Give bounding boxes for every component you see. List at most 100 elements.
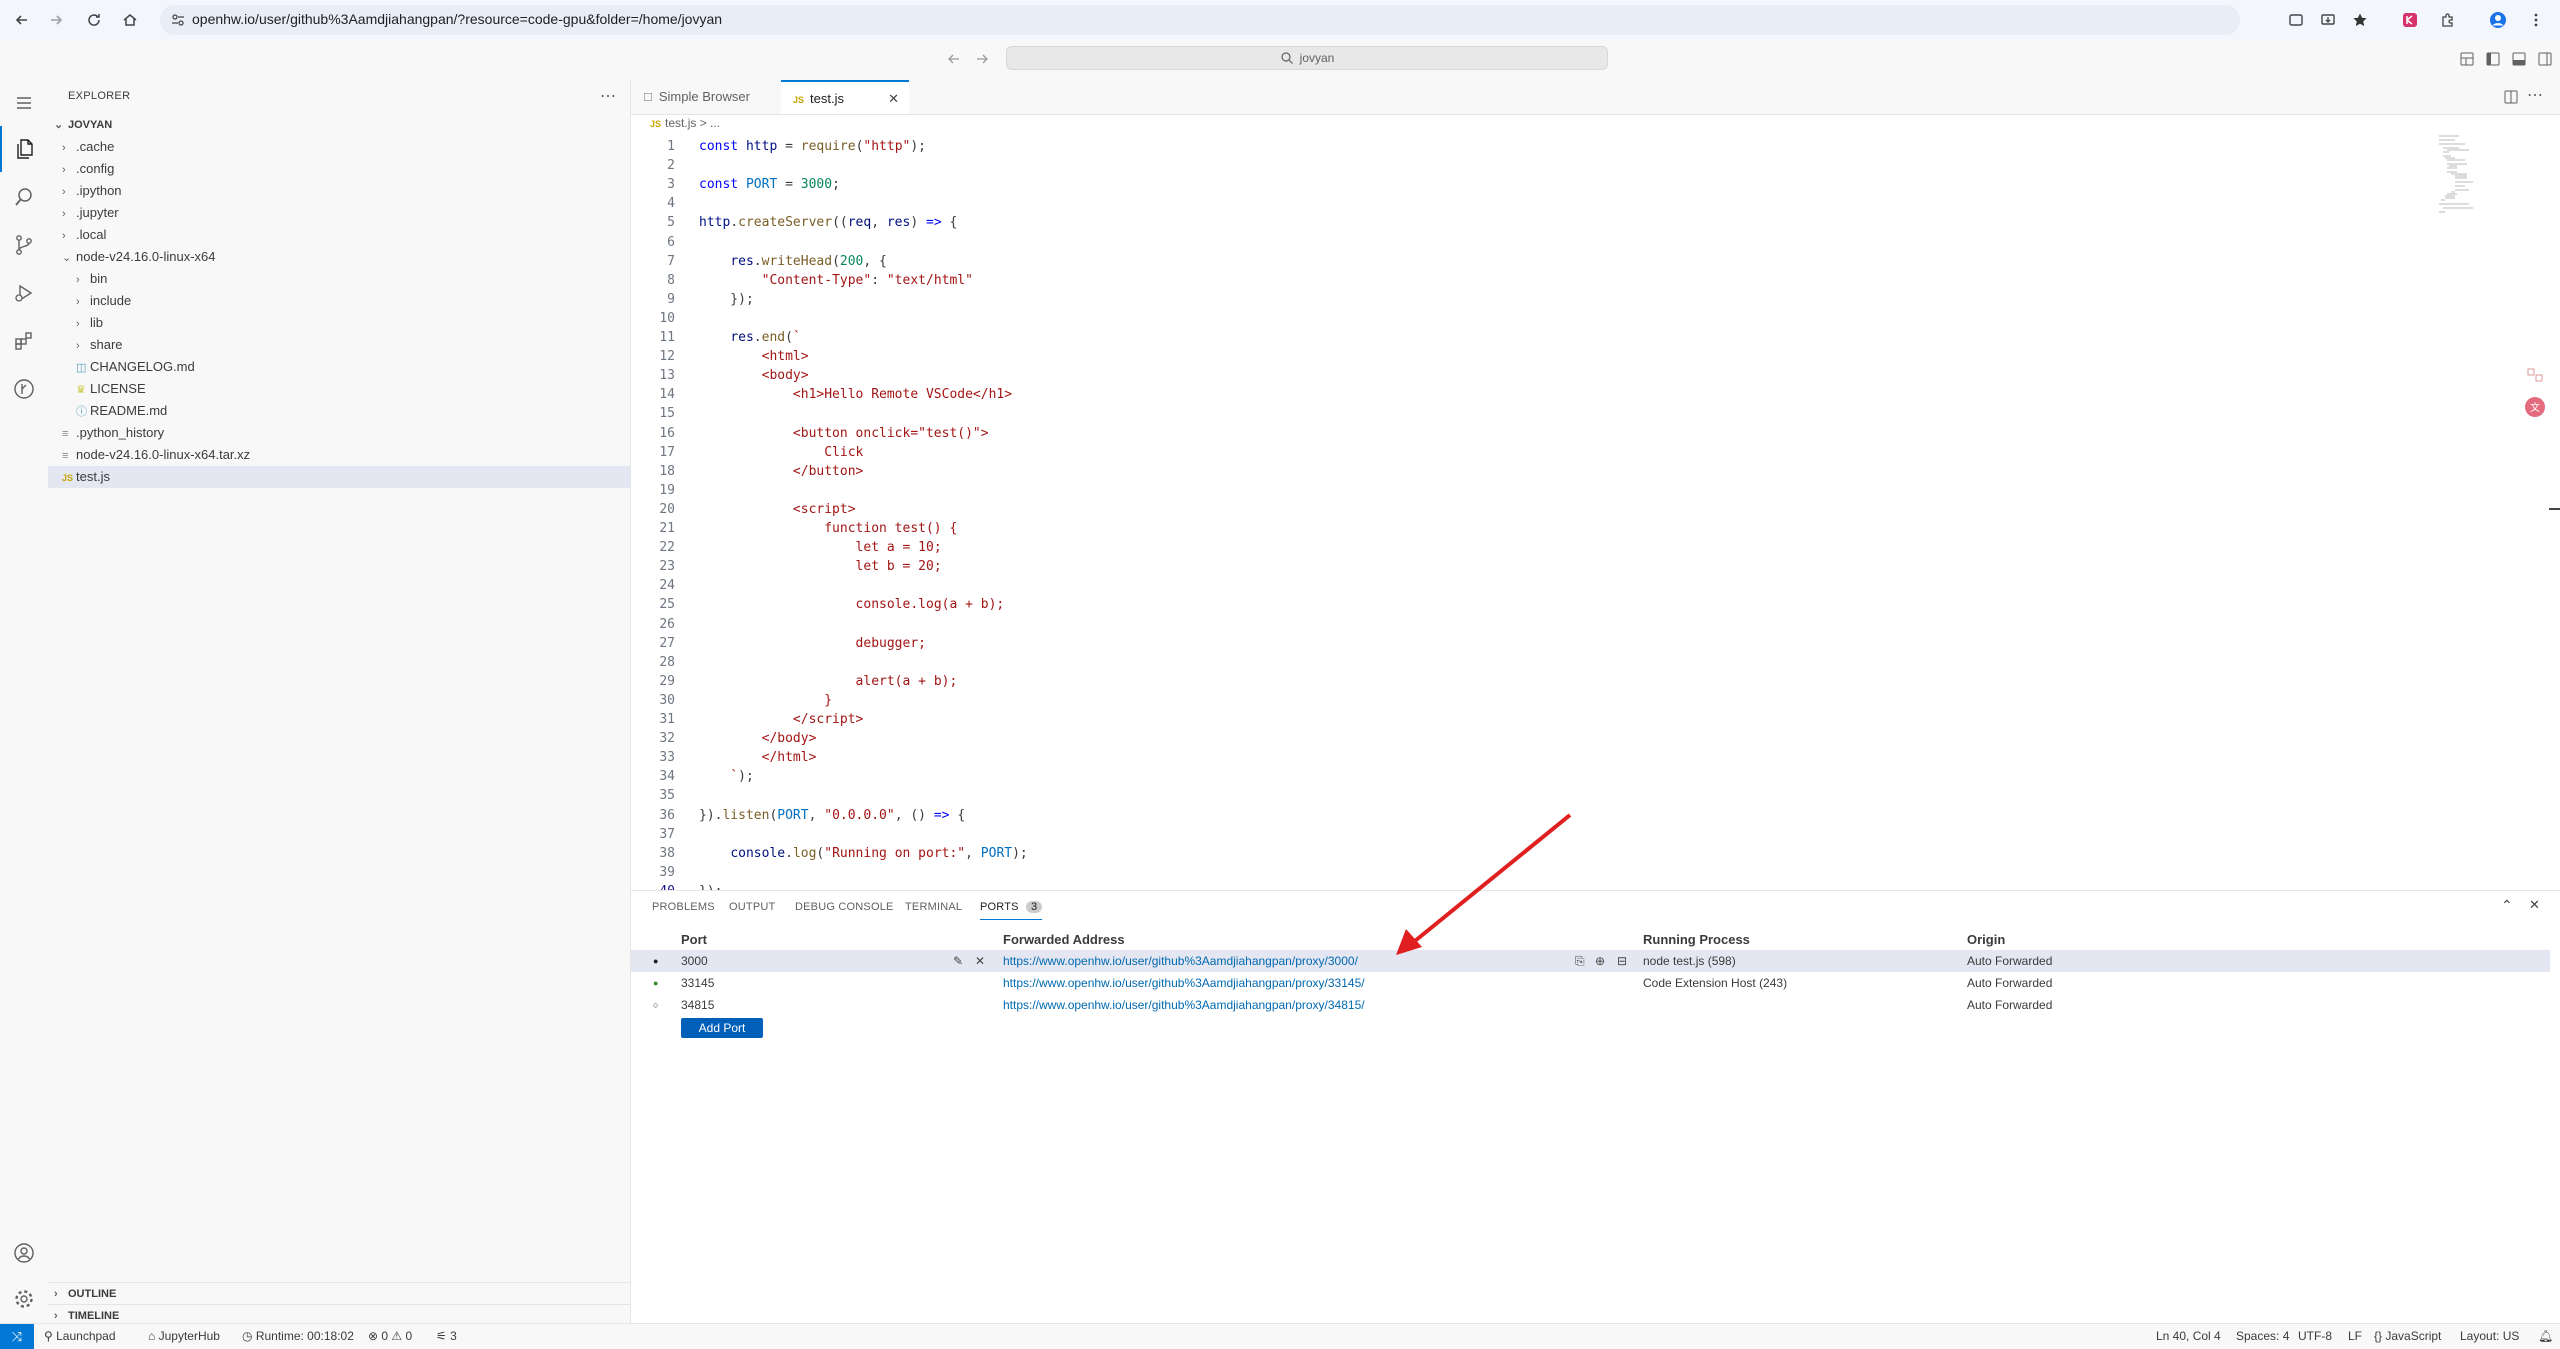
extensions-puzzle-icon[interactable]: [2436, 8, 2460, 32]
manage-gear-icon[interactable]: [0, 1276, 48, 1322]
code-line[interactable]: 18 </button>: [631, 462, 2411, 481]
explorer-item[interactable]: › include: [48, 290, 630, 312]
editor-more-actions-icon[interactable]: ⋯: [2527, 85, 2543, 105]
code-line[interactable]: 25 console.log(a + b);: [631, 595, 2411, 614]
code-line[interactable]: 1 const http = require("http");: [631, 137, 2411, 156]
stop-forwarding-icon[interactable]: ✕: [975, 950, 985, 972]
code-line[interactable]: 2: [631, 156, 2411, 175]
status-encoding[interactable]: UTF-8: [2298, 1329, 2332, 1343]
forward-icon[interactable]: [44, 8, 68, 32]
code-line[interactable]: 8 "Content-Type": "text/html": [631, 271, 2411, 290]
breadcrumb[interactable]: JS test.js > ...: [650, 116, 720, 130]
column-header-running-process[interactable]: Running Process: [1643, 932, 1750, 947]
nav-back-icon[interactable]: [946, 51, 962, 67]
outline-section[interactable]: › OUTLINE: [48, 1282, 630, 1305]
forwarded-address-link[interactable]: https://www.openhw.io/user/github%3Aamdj…: [1003, 972, 1365, 994]
code-line[interactable]: 17 Click: [631, 443, 2411, 462]
status-eol[interactable]: LF: [2348, 1329, 2362, 1343]
port-row[interactable]: ○ 34815 https://www.openhw.io/user/github%…: [631, 994, 2550, 1016]
more-actions-icon[interactable]: ⋯: [600, 86, 616, 106]
explorer-item[interactable]: › .jupyter: [48, 202, 630, 224]
code-line[interactable]: 10: [631, 309, 2411, 328]
code-line[interactable]: 34 `);: [631, 767, 2411, 786]
code-line[interactable]: 3 const PORT = 3000;: [631, 175, 2411, 194]
remote-indicator-icon[interactable]: ⤨: [0, 1324, 34, 1349]
code-line[interactable]: 12 <html>: [631, 347, 2411, 366]
code-line[interactable]: 32 </body>: [631, 729, 2411, 748]
code-line[interactable]: 30 }: [631, 691, 2411, 710]
accounts-icon[interactable]: [0, 1230, 48, 1276]
tab-simple-browser[interactable]: ☐ Simple Browser: [631, 80, 781, 114]
tab-problems[interactable]: PROBLEMS: [652, 901, 715, 913]
code-line[interactable]: 28: [631, 653, 2411, 672]
status-indentation[interactable]: Spaces: 4: [2236, 1329, 2289, 1343]
code-line[interactable]: 27 debugger;: [631, 634, 2411, 653]
explorer-item[interactable]: › bin: [48, 268, 630, 290]
code-line[interactable]: 11 res.end(`: [631, 328, 2411, 347]
code-line[interactable]: 15: [631, 404, 2411, 423]
port-row[interactable]: ● 33145 https://www.openhw.io/user/github%…: [631, 972, 2550, 994]
port-row[interactable]: ● 3000 https://www.openhw.io/user/github%3…: [631, 950, 2550, 972]
code-line[interactable]: 31 </script>: [631, 710, 2411, 729]
maximize-panel-icon[interactable]: ⌃: [2501, 897, 2513, 914]
side-widget[interactable]: 文: [2520, 367, 2550, 417]
tab-ports[interactable]: PORTS 3: [980, 901, 1043, 920]
code-line[interactable]: 35: [631, 786, 2411, 805]
edit-label-icon[interactable]: ✎: [953, 950, 963, 972]
explorer-item[interactable]: JS test.js: [48, 466, 630, 488]
preview-in-editor-icon[interactable]: ⊟: [1617, 950, 1627, 972]
explorer-item[interactable]: › .cache: [48, 136, 630, 158]
command-center[interactable]: jovyan: [1006, 46, 1608, 70]
status-language[interactable]: {} JavaScript: [2374, 1329, 2441, 1343]
status-launchpad[interactable]: ⚲ Launchpad: [44, 1329, 116, 1343]
open-in-browser-icon[interactable]: ⊕: [1595, 950, 1605, 972]
tab-terminal[interactable]: TERMINAL: [905, 901, 962, 913]
reload-icon[interactable]: [82, 8, 106, 32]
column-header-origin[interactable]: Origin: [1967, 932, 2005, 947]
code-line[interactable]: 23 let b = 20;: [631, 557, 2411, 576]
code-line[interactable]: 5 http.createServer((req, res) => {: [631, 213, 2411, 232]
close-tab-icon[interactable]: ✕: [888, 82, 899, 116]
menu-hamburger-icon[interactable]: [0, 80, 48, 126]
close-panel-icon[interactable]: ✕: [2529, 897, 2540, 913]
back-icon[interactable]: [10, 8, 34, 32]
extensions-icon[interactable]: [0, 318, 48, 364]
notifications-bell-icon[interactable]: 🔔︎: [2538, 1329, 2553, 1343]
run-debug-icon[interactable]: [0, 270, 48, 316]
explorer-files-icon[interactable]: [0, 126, 48, 172]
install-app-icon[interactable]: [2316, 8, 2340, 32]
extension-red-icon[interactable]: [2398, 8, 2422, 32]
add-port-button[interactable]: Add Port: [681, 1018, 763, 1038]
status-problems[interactable]: ⊗ 0 ⚠ 0: [368, 1329, 412, 1343]
code-line[interactable]: 7 res.writeHead(200, {: [631, 252, 2411, 271]
code-line[interactable]: 14 <h1>Hello Remote VSCode</h1>: [631, 385, 2411, 404]
code-line[interactable]: 4: [631, 194, 2411, 213]
minimap[interactable]: [2431, 134, 2531, 214]
explorer-item[interactable]: ◫ CHANGELOG.md: [48, 356, 630, 378]
toggle-primary-sidebar-icon[interactable]: [2486, 52, 2500, 66]
code-line[interactable]: 26: [631, 615, 2411, 634]
code-editor[interactable]: 1 const http = require("http"); 2 3 const PO…: [631, 134, 2560, 890]
explorer-item[interactable]: ≡ .python_history: [48, 422, 630, 444]
code-line[interactable]: 29 alert(a + b);: [631, 672, 2411, 691]
status-cursor-position[interactable]: Ln 40, Col 4: [2156, 1329, 2221, 1343]
url-text[interactable]: openhw.io/user/github%3Aamdjiahangpan/?r…: [192, 11, 722, 27]
bookmark-star-icon[interactable]: [2348, 8, 2372, 32]
status-runtime[interactable]: ◷ Runtime: 00:18:02: [242, 1329, 354, 1343]
toggle-panel-icon[interactable]: [2512, 52, 2526, 66]
browser-menu-icon[interactable]: [2524, 8, 2548, 32]
status-forwarded-ports[interactable]: ⚟ 3: [436, 1329, 457, 1343]
explorer-item[interactable]: › .local: [48, 224, 630, 246]
status-keyboard-layout[interactable]: Layout: US: [2460, 1329, 2519, 1343]
code-line[interactable]: 20 <script>: [631, 500, 2411, 519]
status-jupyterhub[interactable]: ⌂ JupyterHub: [148, 1329, 220, 1343]
column-header-port[interactable]: Port: [681, 932, 707, 947]
explorer-item[interactable]: › lib: [48, 312, 630, 334]
profile-avatar-icon[interactable]: [2486, 8, 2510, 32]
split-editor-icon[interactable]: [2503, 89, 2519, 105]
explorer-item[interactable]: › .ipython: [48, 180, 630, 202]
code-line[interactable]: 16 <button onclick="test()">: [631, 424, 2411, 443]
forwarded-address-link[interactable]: https://www.openhw.io/user/github%3Aamdj…: [1003, 950, 1358, 972]
explorer-item[interactable]: › .config: [48, 158, 630, 180]
explorer-item[interactable]: ⌄ node-v24.16.0-linux-x64: [48, 246, 630, 268]
